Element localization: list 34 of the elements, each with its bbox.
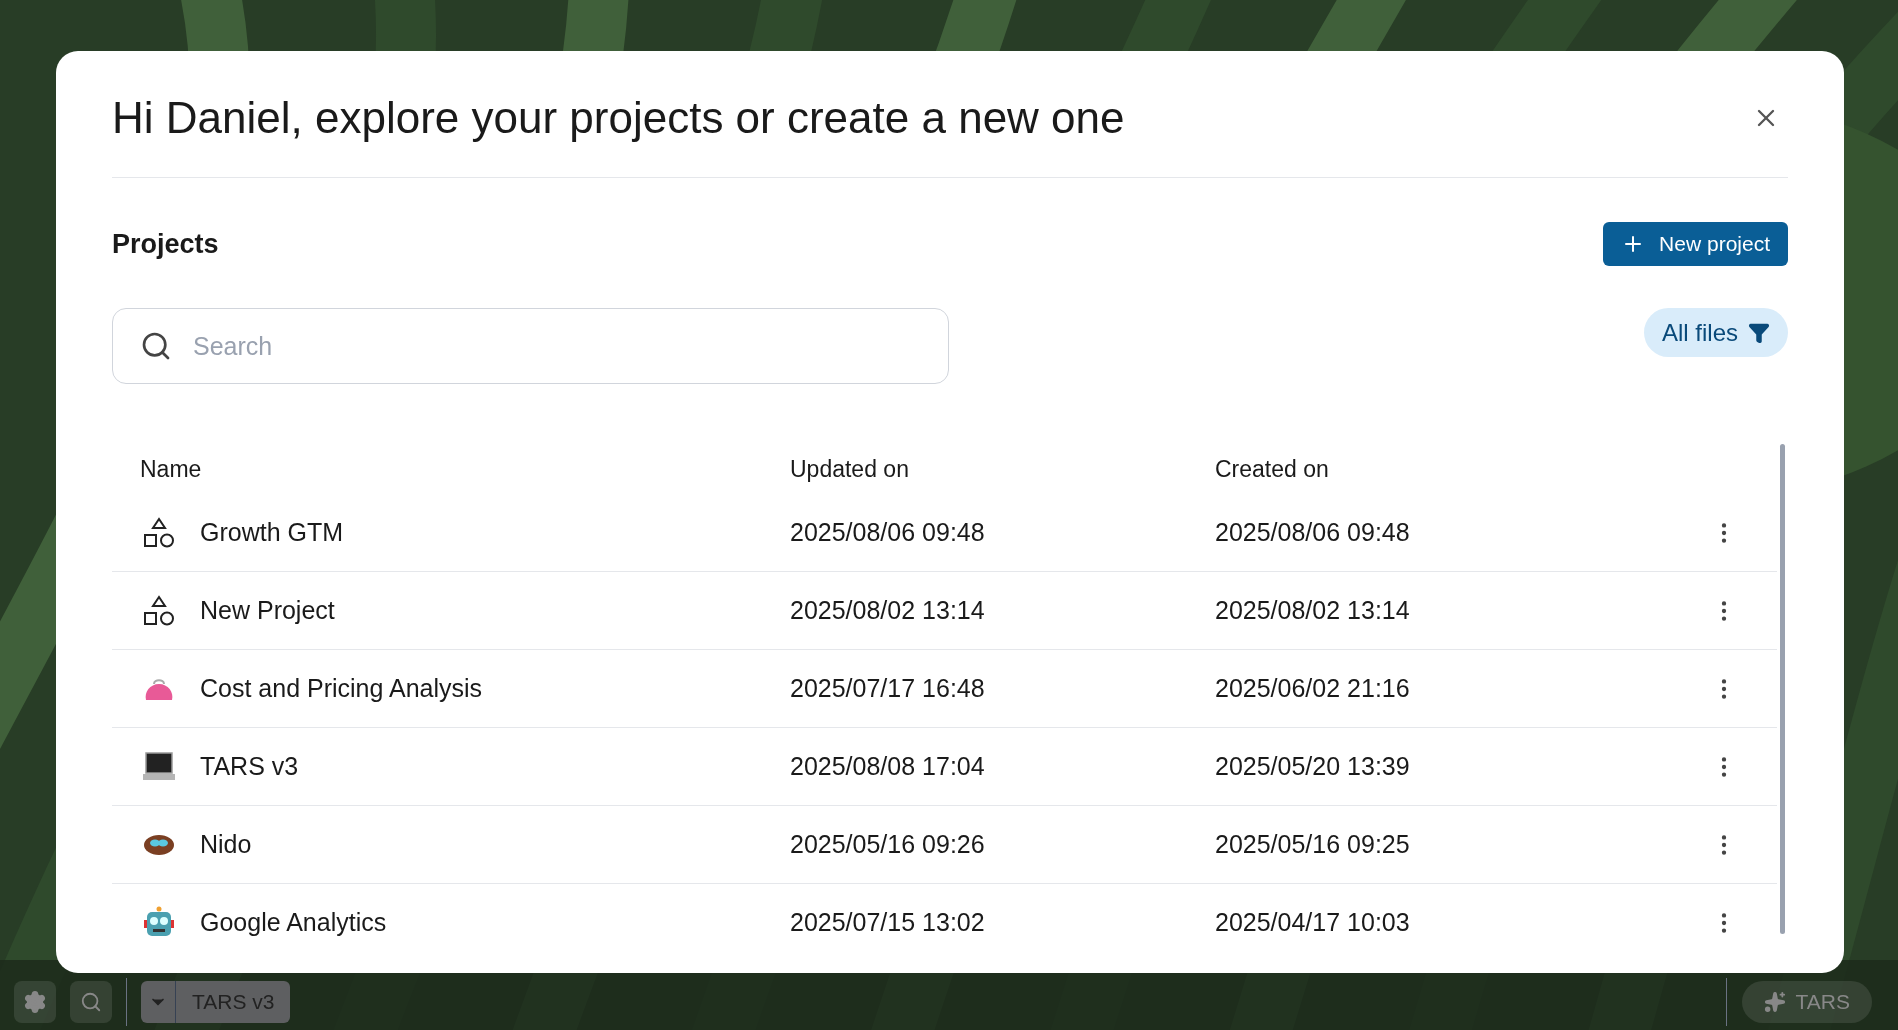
settings-icon[interactable] bbox=[14, 980, 56, 1023]
updated-date: 2025/08/06 09:48 bbox=[790, 516, 986, 548]
updated-date: 2025/08/02 13:14 bbox=[790, 594, 986, 626]
created-date: 2025/05/16 09:25 bbox=[1215, 828, 1411, 860]
project-name[interactable]: Growth GTM bbox=[200, 513, 344, 552]
created-date: 2025/08/02 13:14 bbox=[1215, 594, 1411, 626]
created-date: 2025/05/20 13:39 bbox=[1215, 750, 1411, 782]
project-name[interactable]: New Project bbox=[200, 591, 335, 630]
column-header: Created on bbox=[1215, 454, 1329, 484]
search-icon bbox=[140, 330, 172, 362]
sparkle-icon bbox=[1763, 990, 1786, 1013]
dialog-title: Hi Daniel, explore your projects or create a new one bbox=[112, 92, 1125, 144]
new-project-button[interactable]: New project bbox=[1603, 222, 1788, 266]
search-field[interactable]: Search bbox=[112, 308, 949, 384]
project-name[interactable]: Google Analytics bbox=[200, 904, 387, 942]
column-header: Name bbox=[139, 454, 203, 484]
created-date: 2025/04/17 10:03 bbox=[1215, 907, 1411, 939]
scrollbar[interactable] bbox=[1780, 444, 1785, 934]
shapes-icon bbox=[142, 515, 176, 550]
section-title: Projects bbox=[112, 227, 219, 261]
updated-date: 2025/07/17 16:48 bbox=[790, 672, 986, 704]
project-name[interactable]: Cost and Pricing Analysis bbox=[200, 669, 483, 708]
filter-icon bbox=[1748, 321, 1770, 344]
created-date: 2025/06/02 21:16 bbox=[1215, 672, 1411, 704]
filter-button[interactable]: All files bbox=[1643, 308, 1788, 357]
column-header: Updated on bbox=[790, 454, 910, 484]
project-name[interactable]: TARS v3 bbox=[200, 747, 299, 786]
shapes-icon bbox=[142, 593, 176, 628]
search-icon[interactable] bbox=[70, 980, 112, 1023]
created-date: 2025/08/06 09:48 bbox=[1215, 516, 1411, 548]
updated-date: 2025/07/15 13:02 bbox=[790, 907, 986, 939]
updated-date: 2025/08/08 17:04 bbox=[790, 750, 986, 782]
updated-date: 2025/05/16 09:26 bbox=[790, 828, 986, 860]
project-name[interactable]: Nido bbox=[200, 825, 252, 864]
